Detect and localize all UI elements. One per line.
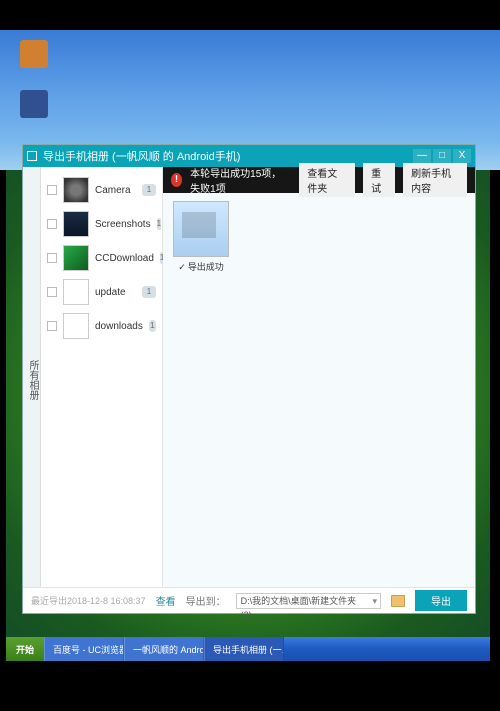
desktop-shortcut-icon[interactable] [20,90,48,118]
album-row-downloads[interactable]: downloads 1 [41,309,162,343]
checkbox[interactable] [47,185,57,195]
album-thumb-icon [63,313,89,339]
retry-button[interactable]: 重试 [363,163,395,197]
start-button[interactable]: 开始 [6,637,44,661]
content-pane: ! 本轮导出成功15项，失败1项 查看文件夹 重试 刷新手机内容 导出成功 [163,167,475,587]
album-count-badge: 1 [142,184,156,196]
album-list: Camera 1 Screenshots 1 CCDownload 1 upda… [41,167,163,587]
export-result-message: 本轮导出成功15项，失败1项 [190,165,291,195]
album-thumb-icon [63,245,89,271]
last-export-timestamp: 最近导出2018-12-8 16:08:37 [31,594,146,607]
album-thumb-icon [63,177,89,203]
album-name: downloads [95,321,143,332]
window-title: 导出手机相册 (一帆风顺 的 Android手机) [43,148,240,164]
footer: 最近导出2018-12-8 16:08:37 查看 导出到： D:\我的文档\桌… [23,587,475,613]
refresh-phone-button[interactable]: 刷新手机内容 [403,163,467,197]
minimize-button[interactable]: — [413,149,431,163]
exported-item[interactable]: 导出成功 [171,201,231,273]
taskbar-item[interactable]: 一帆风顺的 Andro… [124,637,204,661]
album-thumb-icon [63,279,89,305]
taskbar-item[interactable]: 百度号 - UC浏览器 [44,637,124,661]
browse-folder-icon[interactable] [391,595,405,607]
album-name: CCDownload [95,253,154,264]
side-tab-all-albums[interactable]: 所有相册 [23,167,41,587]
close-button[interactable]: X [453,149,471,163]
export-result-banner: ! 本轮导出成功15项，失败1项 查看文件夹 重试 刷新手机内容 [163,167,475,193]
album-count-badge: 1 [149,320,156,332]
album-name: Camera [95,185,136,196]
view-folder-button[interactable]: 查看文件夹 [299,163,355,197]
checkbox[interactable] [47,253,57,263]
album-name: update [95,287,136,298]
taskbar-item[interactable]: 导出手机相册 (一… [204,637,284,661]
taskbar: 开始 百度号 - UC浏览器 一帆风顺的 Andro… 导出手机相册 (一… [6,637,490,661]
exported-item-caption: 导出成功 [171,260,231,273]
export-button[interactable]: 导出 [415,590,467,611]
export-path-dropdown[interactable]: D:\我的文档\桌面\新建文件夹 (2) [236,593,381,609]
album-row-ccdownload[interactable]: CCDownload 1 [41,241,162,275]
album-name: Screenshots [95,219,151,230]
album-count-badge: 1 [157,218,161,230]
checkbox[interactable] [47,321,57,331]
exported-item-thumb [173,201,229,257]
export-album-window: 导出手机相册 (一帆风顺 的 Android手机) — □ X 所有相册 Cam… [22,144,476,614]
checkbox[interactable] [47,287,57,297]
phone-icon [27,151,37,161]
album-count-badge: 1 [142,286,156,298]
warning-icon: ! [171,173,182,187]
album-thumb-icon [63,211,89,237]
view-last-export-link[interactable]: 查看 [156,593,176,608]
album-row-camera[interactable]: Camera 1 [41,173,162,207]
desktop-shortcut-icon[interactable] [20,40,48,68]
export-to-label: 导出到： [186,593,226,608]
album-row-update[interactable]: update 1 [41,275,162,309]
album-row-screenshots[interactable]: Screenshots 1 [41,207,162,241]
maximize-button[interactable]: □ [433,149,451,163]
checkbox[interactable] [47,219,57,229]
